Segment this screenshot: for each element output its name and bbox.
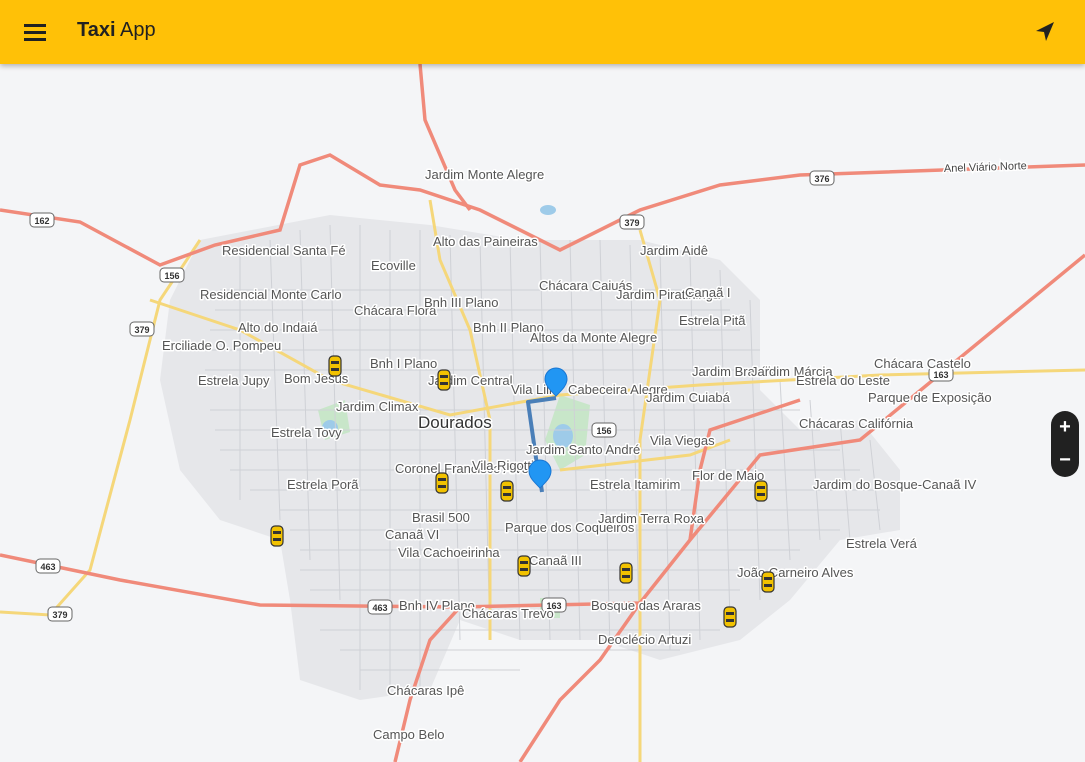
place-label: Chácaras Ipê: [387, 683, 464, 698]
place-label: Jardim Terra Roxa: [598, 511, 705, 526]
place-label: Estrela Pitã: [679, 313, 746, 328]
place-label: Chácaras Califórnia: [799, 416, 914, 431]
shield-463: 463: [40, 562, 55, 572]
shield-463: 463: [372, 603, 387, 613]
place-label: Canaã III: [529, 553, 582, 568]
place-label: Deoclécio Artuzi: [598, 632, 691, 647]
place-label: Estrela Porã: [287, 477, 359, 492]
place-label: João Carneiro Alves: [737, 565, 854, 580]
place-label: Estrela Jupy: [198, 373, 270, 388]
taxi-icon[interactable]: [437, 369, 451, 391]
place-label: Vila Rigotti: [472, 458, 534, 473]
taxi-icon[interactable]: [500, 480, 514, 502]
shield-162: 162: [34, 216, 49, 226]
place-label: Altos da Monte Alegre: [530, 330, 657, 345]
taxi-icon[interactable]: [517, 555, 531, 577]
place-label: Bosque das Araras: [591, 598, 701, 613]
zoom-out-button[interactable]: −: [1051, 444, 1079, 477]
place-label: Alto do Indaiá: [238, 320, 318, 335]
taxi-icon[interactable]: [723, 606, 737, 628]
map-canvas[interactable]: 162 156 379 376 379 163 156 463 379 463 …: [0, 64, 1085, 762]
zoom-in-button[interactable]: +: [1051, 411, 1079, 444]
shield-376: 376: [814, 174, 829, 184]
place-label: Residencial Monte Carlo: [200, 287, 342, 302]
navigation-arrow-icon[interactable]: [1026, 14, 1064, 50]
place-label: Erciliade O. Pompeu: [162, 338, 281, 353]
place-label: Vila Viegas: [650, 433, 715, 448]
place-label: Estrela Tovy: [271, 425, 342, 440]
place-label: Parque de Exposição: [868, 390, 992, 405]
place-label: Flor de Maio: [692, 468, 764, 483]
place-label: Jardim Cuiabá: [646, 390, 731, 405]
place-label: Jardim do Bosque-Canaã IV: [813, 477, 977, 492]
taxi-icon[interactable]: [328, 355, 342, 377]
place-label: Jardim Santo André: [526, 442, 640, 457]
taxi-icon[interactable]: [619, 562, 633, 584]
shield-379: 379: [134, 325, 149, 335]
place-label: Estrela Verá: [846, 536, 918, 551]
lake: [540, 205, 556, 215]
taxi-icon[interactable]: [435, 472, 449, 494]
zoom-control: + −: [1051, 411, 1079, 477]
city-label: Dourados: [418, 413, 492, 432]
place-label: Chácaras Trevo: [462, 606, 554, 621]
shield-379: 379: [52, 610, 67, 620]
place-label: Canaã I: [685, 285, 731, 300]
menu-icon[interactable]: [14, 12, 58, 52]
app-bar: Taxi App: [0, 0, 1085, 64]
place-label: Estrela Itamirim: [590, 477, 680, 492]
place-label: Alto das Paineiras: [433, 234, 538, 249]
shield-156: 156: [164, 271, 179, 281]
shield-156: 156: [596, 426, 611, 436]
app-title-light: App: [120, 19, 156, 41]
shield-163: 163: [933, 370, 948, 380]
place-label: Jardim Monte Alegre: [425, 167, 544, 182]
place-label: Brasil 500: [412, 510, 470, 525]
shield-379: 379: [624, 218, 639, 228]
map-view[interactable]: 162 156 379 376 379 163 156 463 379 463 …: [0, 64, 1085, 762]
taxi-icon[interactable]: [754, 480, 768, 502]
place-label: Vila Cachoeirinha: [398, 545, 500, 560]
place-label: Bnh III Plano: [424, 295, 498, 310]
place-label: Residencial Santa Fé: [222, 243, 346, 258]
taxi-icon[interactable]: [761, 571, 775, 593]
app-title: Taxi App: [77, 19, 156, 42]
place-label: Ecoville: [371, 258, 416, 273]
place-label: Chácara Castelo: [874, 356, 971, 371]
place-label: Canaã VI: [385, 527, 439, 542]
place-label: Bnh I Plano: [370, 356, 437, 371]
taxi-icon[interactable]: [270, 525, 284, 547]
app-title-bold: Taxi: [77, 19, 116, 41]
place-label: Campo Belo: [373, 727, 445, 742]
place-label: Jardim Climax: [336, 399, 419, 414]
place-label: Estrela do Leste: [796, 373, 890, 388]
place-label: Jardim Aidê: [640, 243, 708, 258]
